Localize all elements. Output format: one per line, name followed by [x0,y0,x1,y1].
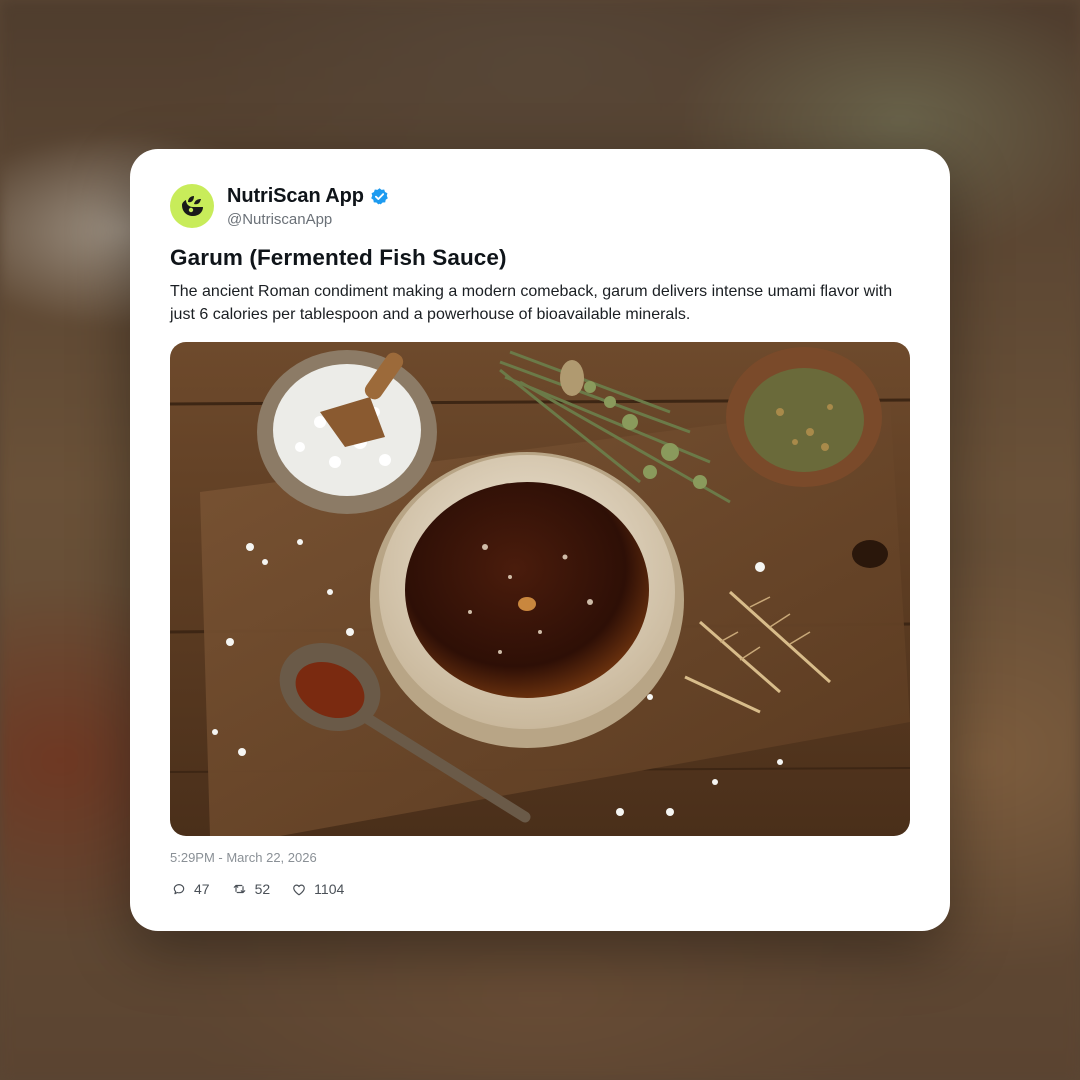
author-names: NutriScan App @NutriscanApp [227,185,389,228]
author-display-name[interactable]: NutriScan App [227,185,364,208]
post-card: NutriScan App @NutriscanApp Garum (Ferme… [130,149,950,931]
heart-icon [293,884,305,895]
post-image[interactable] [170,342,910,836]
like-count: 1104 [314,881,345,897]
author-handle[interactable]: @NutriscanApp [227,211,389,228]
post-title: Garum (Fermented Fish Sauce) [170,245,507,270]
like-button[interactable]: 1104 [292,881,344,897]
avatar[interactable] [170,184,214,228]
comment-icon [173,884,185,895]
post-timestamp[interactable]: 5:29PM - March 22, 2026 [170,850,317,865]
post-header: NutriScan App @NutriscanApp [170,184,389,228]
repost-button[interactable]: 52 [232,881,271,897]
nutriscan-logo-icon [182,196,203,216]
repost-count: 52 [254,881,271,897]
engagement-bar: 47 52 1104 [172,881,366,897]
garum-bowl-photo-icon [170,342,910,836]
reply-button[interactable]: 47 [172,881,210,897]
repost-icon [233,884,245,894]
post-body: The ancient Roman condiment making a mod… [170,283,893,323]
reply-count: 47 [194,881,210,897]
verified-badge-icon [370,187,389,206]
